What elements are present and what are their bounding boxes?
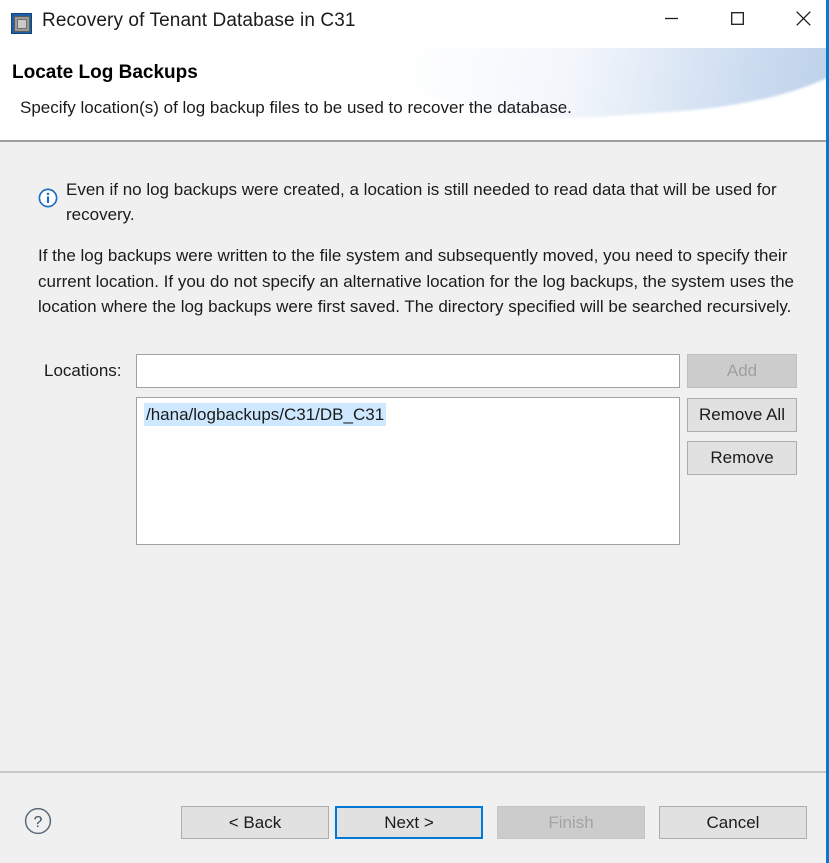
info-message: Even if no log backups were created, a l… (38, 177, 798, 227)
add-button[interactable]: Add (687, 354, 797, 388)
remove-button[interactable]: Remove (687, 441, 797, 475)
minimize-icon (664, 12, 678, 28)
close-icon (795, 11, 811, 29)
wizard-dialog: Recovery of Tenant Database in C31 Locat… (0, 0, 829, 863)
locations-input[interactable] (136, 354, 680, 388)
maximize-button[interactable] (711, 0, 763, 40)
window-title: Recovery of Tenant Database in C31 (42, 10, 356, 31)
locations-listbox[interactable]: /hana/logbackups/C31/DB_C31 (136, 397, 680, 545)
instructions-paragraph: If the log backups were written to the f… (38, 246, 794, 316)
back-button[interactable]: < Back (181, 806, 329, 839)
next-button[interactable]: Next > (335, 806, 483, 839)
close-button[interactable] (777, 0, 826, 40)
wizard-footer: ? < Back Next > Finish Cancel (0, 773, 826, 863)
locations-label: Locations: (44, 361, 122, 380)
wizard-header: Locate Log Backups Specify location(s) o… (0, 48, 826, 140)
page-description: Specify location(s) of log backup files … (20, 98, 572, 117)
minimize-button[interactable] (645, 0, 697, 40)
wizard-body: Even if no log backups were created, a l… (0, 142, 826, 771)
info-circle-icon (38, 188, 58, 208)
application-window-icon (11, 13, 32, 34)
svg-text:?: ? (34, 814, 43, 831)
title-bar: Recovery of Tenant Database in C31 (0, 0, 826, 48)
remove-all-button[interactable]: Remove All (687, 398, 797, 432)
list-item[interactable]: /hana/logbackups/C31/DB_C31 (144, 403, 387, 426)
finish-button[interactable]: Finish (497, 806, 645, 839)
page-title: Locate Log Backups (12, 62, 198, 83)
help-circle-icon[interactable]: ? (24, 807, 52, 835)
info-message-text: Even if no log backups were created, a l… (66, 180, 777, 224)
cancel-button[interactable]: Cancel (659, 806, 807, 839)
maximize-icon (730, 12, 744, 28)
